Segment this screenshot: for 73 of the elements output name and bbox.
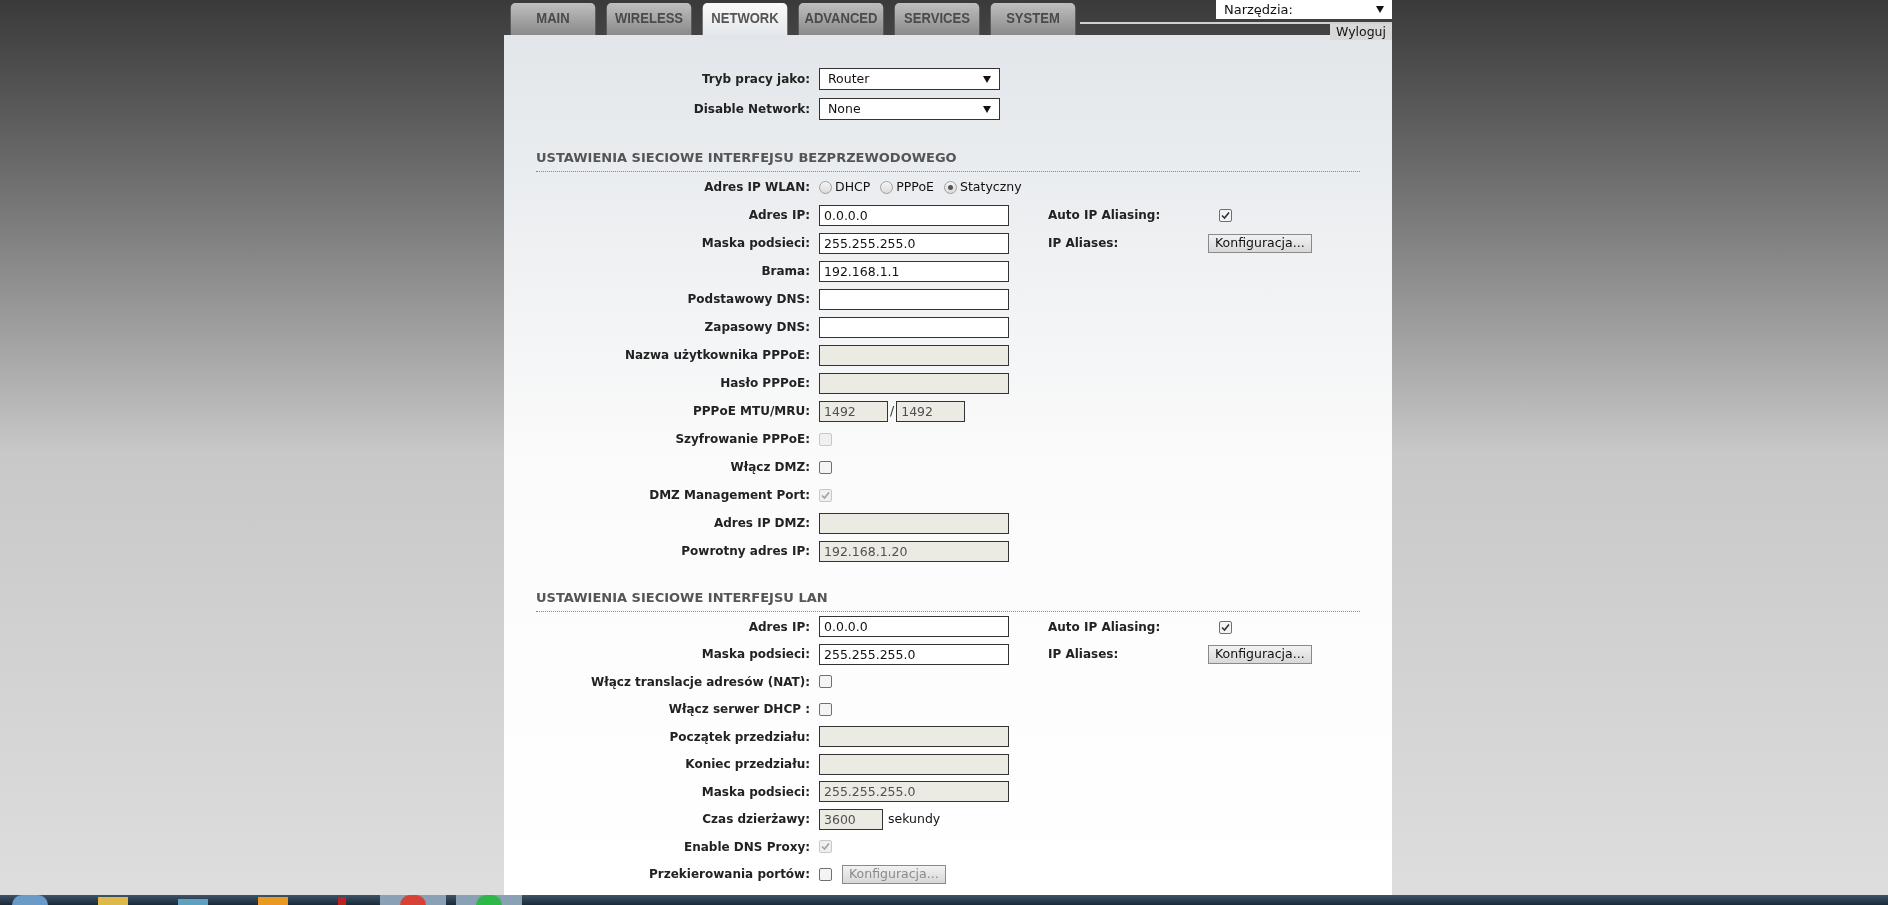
radio-button[interactable]: [944, 180, 957, 194]
unit-label: sekundy: [888, 809, 941, 828]
field-label: Hasło PPPoE:: [720, 375, 810, 392]
section-heading: USTAWIENIA SIECIOWE INTERFEJSU LAN: [536, 590, 828, 605]
logout-button[interactable]: Wyloguj: [1330, 24, 1392, 40]
tab[interactable]: SERVICES: [894, 3, 980, 35]
text-field[interactable]: [819, 316, 1009, 338]
field-label: Adres IP DMZ:: [713, 515, 810, 532]
field-label: DMZ Management Port:: [649, 487, 810, 504]
field-label: Auto IP Aliasing:: [1048, 618, 1162, 636]
tools-select[interactable]: Narzędzia:: [1216, 0, 1392, 19]
checkmark-icon: [821, 490, 830, 500]
field-label: Włącz translacje adresów (NAT):: [591, 673, 810, 691]
field-label: Czas dzierżawy:: [702, 811, 810, 829]
tab[interactable]: ADVANCED: [798, 3, 884, 35]
field-label: Włącz DMZ:: [730, 459, 810, 476]
checkmark-icon: [1221, 622, 1230, 632]
field-label: Enable DNS Proxy:: [684, 838, 810, 856]
radio-button[interactable]: [880, 180, 894, 194]
field-label: Powrotny adres IP:: [681, 543, 810, 560]
field-label: IP Aliases:: [1048, 646, 1120, 664]
tab[interactable]: MAIN: [510, 3, 596, 35]
field-label: PPPoE MTU/MRU:: [693, 403, 810, 420]
tab[interactable]: WIRELESS: [606, 3, 692, 35]
dropdown-arrow-icon: [983, 75, 991, 83]
text-field[interactable]: 0.0.0.0: [819, 616, 1009, 638]
field-label: Włącz serwer DHCP :: [668, 701, 810, 719]
text-field[interactable]: 0.0.0.0: [819, 204, 1009, 226]
configure-button[interactable]: Konfiguracja...: [1208, 233, 1312, 253]
field-label: Maska podsieci:: [701, 646, 810, 664]
separator-text: /: [890, 401, 895, 420]
checkbox[interactable]: [819, 675, 832, 689]
field-label: Zapasowy DNS:: [704, 319, 810, 336]
checkmark-icon: [821, 842, 830, 852]
section-heading: USTAWIENIA SIECIOWE INTERFEJSU BEZPRZEWODOWEGO: [536, 150, 957, 165]
field-label: Szyfrowanie PPPoE:: [675, 431, 810, 448]
radio-button[interactable]: [819, 180, 832, 194]
checkbox[interactable]: [1219, 620, 1232, 634]
text-field[interactable]: [819, 288, 1009, 310]
checkbox[interactable]: [819, 702, 832, 716]
field-label: Adres IP:: [748, 618, 810, 636]
checkbox[interactable]: [1219, 209, 1232, 222]
field-label: Adres IP WLAN:: [704, 179, 810, 196]
text-field[interactable]: 255.255.255.0: [819, 232, 1009, 254]
checkbox[interactable]: [819, 460, 832, 474]
tab[interactable]: SYSTEM: [990, 3, 1076, 35]
start-icon[interactable]: [12, 895, 48, 905]
field-label: Disable Network:: [693, 101, 810, 118]
field-label: Nazwa użytkownika PPPoE:: [624, 347, 810, 364]
tab[interactable]: NETWORK: [702, 3, 788, 35]
checkmark-icon: [1221, 211, 1230, 220]
field-label: Brama:: [761, 263, 810, 280]
dropdown-arrow-icon: [983, 105, 991, 113]
configure-button[interactable]: Konfiguracja...: [1208, 644, 1312, 664]
dropdown[interactable]: None: [819, 98, 1000, 120]
field-label: Koniec przedziału:: [685, 756, 810, 774]
radio-label: PPPoE: [896, 177, 934, 196]
radio-label: DHCP: [835, 177, 871, 196]
field-label: Tryb pracy jako:: [702, 71, 810, 88]
dropdown[interactable]: Router: [819, 68, 1000, 90]
field-label: Podstawowy DNS:: [687, 291, 810, 308]
field-label: Maska podsieci:: [701, 235, 810, 252]
field-label: Początek przedziału:: [669, 728, 810, 746]
field-label: Auto IP Aliasing:: [1048, 207, 1162, 224]
field-label: Maska podsieci:: [701, 783, 810, 801]
field-label: Adres IP:: [748, 207, 810, 224]
field-label: Przekierowania portów:: [649, 866, 810, 884]
text-field[interactable]: 192.168.1.1: [819, 260, 1009, 282]
radio-label: Statyczny: [960, 177, 1022, 196]
field-label: IP Aliases:: [1048, 235, 1120, 252]
checkbox[interactable]: [819, 867, 832, 881]
text-field[interactable]: 255.255.255.0: [819, 643, 1009, 665]
dropdown-arrow-icon: [1376, 6, 1384, 13]
